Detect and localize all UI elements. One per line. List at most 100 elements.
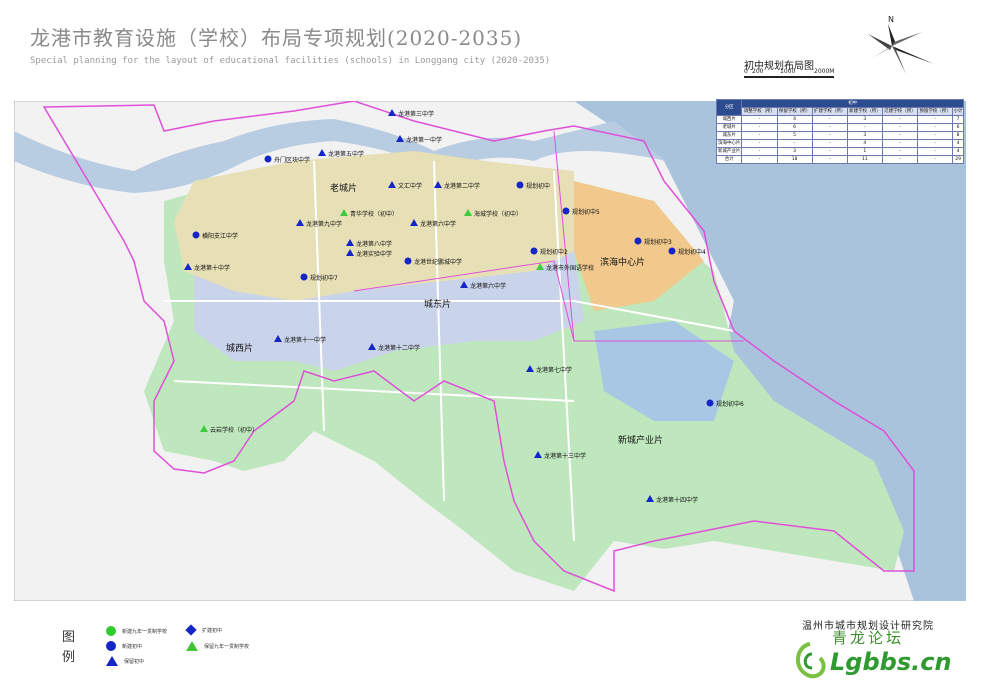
table-header-cell: 保留学校（所） <box>776 107 813 116</box>
new-school-icon[interactable] <box>706 399 714 407</box>
blue-triangle-icon <box>106 656 118 666</box>
table-cell: - <box>741 155 778 164</box>
table-cell: - <box>741 147 778 156</box>
table-cell: 4 <box>952 139 964 148</box>
table-cell: - <box>741 139 778 148</box>
legend-item: 保留初中 <box>106 656 144 666</box>
table-cell: 1 <box>846 147 883 156</box>
table-cell: 4 <box>846 139 883 148</box>
school-label: 龙港第六中学 <box>470 282 506 290</box>
legend-item: 新建九年一贯制学校 <box>106 626 167 636</box>
table-cell: - <box>881 147 919 156</box>
green-triangle-icon <box>186 641 198 651</box>
school-label: 青华学校（初中） <box>350 210 398 218</box>
table-cell: 3 <box>776 147 813 156</box>
school-label: 龙港第一中学 <box>406 136 442 144</box>
table-cell: - <box>811 123 848 132</box>
new-school-icon[interactable] <box>668 247 676 255</box>
table-cell: - <box>776 139 813 148</box>
table-cell: 6 <box>952 123 964 132</box>
school-label: 文汇中学 <box>398 182 422 190</box>
school-label: 规划初中5 <box>572 208 600 216</box>
table-cell: 8 <box>952 131 964 140</box>
school-label: 龙港第十一中学 <box>284 336 326 344</box>
district-label: 城东片 <box>424 298 451 310</box>
table-row: 滨海中心片 - - -4- -4 <box>715 139 964 148</box>
watermark-text: 青龙论坛 <box>832 629 905 647</box>
new-school-icon[interactable] <box>634 237 642 245</box>
forum-logo-icon <box>796 642 826 679</box>
legend-label: 新建九年一贯制学校 <box>122 628 168 635</box>
school-label: 龙港第六中学 <box>420 220 456 228</box>
table-cell: 滨海中心片 <box>715 139 743 148</box>
watermark-domain: Lgbbs.cn <box>830 648 952 676</box>
table-cell: 7 <box>952 115 964 124</box>
table-cell: 4 <box>776 115 813 124</box>
table-cell: - <box>917 155 954 164</box>
school-label: 龙港第三中学 <box>398 110 434 118</box>
scale-line <box>744 76 834 78</box>
table-cell: - <box>811 147 848 156</box>
school-label: 龙港第十四中学 <box>656 496 698 504</box>
legend-title: 图例 <box>62 630 76 665</box>
table-cell: 29 <box>952 155 964 164</box>
table-cell: 3 <box>846 131 883 140</box>
school-label: 龙港第十中学 <box>194 264 230 272</box>
district-label: 城西片 <box>226 342 253 354</box>
school-label: 龙港第十二中学 <box>378 344 420 352</box>
new-school-icon[interactable] <box>264 155 272 163</box>
table-cell: 6 <box>776 123 813 132</box>
school-label: 龙港市外国语学校 <box>546 264 594 272</box>
district-label: 新城产业片 <box>618 434 663 446</box>
table-header-cell: 调整学校（所） <box>741 107 778 116</box>
school-label: 规划初中 <box>526 182 550 190</box>
table-cell: - <box>917 139 954 148</box>
table-cell: - <box>917 115 954 124</box>
school-label: 规划初中6 <box>716 400 744 408</box>
scale-label: 2000M <box>814 68 835 75</box>
table-cell: - <box>811 139 848 148</box>
planning-map[interactable]: 老城片 城东片 城西片 滨海中心片 新城产业片 龙港第三中学龙港第一中学舟门区块… <box>14 101 966 601</box>
table-cell: - <box>741 115 778 124</box>
scale-bar: 0 200 1000 2000M <box>744 68 835 80</box>
new-school-icon[interactable] <box>516 181 524 189</box>
table-cell: 18 <box>776 155 813 164</box>
table-header-cell: 小计 <box>952 107 964 116</box>
table-cell: 5 <box>776 131 813 140</box>
table-cell: - <box>881 131 919 140</box>
new-school-icon[interactable] <box>404 257 412 265</box>
new-school-icon[interactable] <box>530 247 538 255</box>
legend-label: 保留初中 <box>124 658 145 665</box>
table-header-cell: 分区 <box>715 99 743 116</box>
school-label: 龙港第十三中学 <box>544 452 586 460</box>
school-label: 规划初中7 <box>310 274 338 282</box>
table-cell: 城东片 <box>715 131 743 140</box>
table-header-cell: 预留学校（所） <box>917 107 954 116</box>
new-school-icon[interactable] <box>562 207 570 215</box>
table-cell: - <box>741 123 778 132</box>
district-label: 滨海中心片 <box>600 256 645 268</box>
new-school-icon[interactable] <box>192 231 200 239</box>
blue-diamond-icon <box>185 624 197 636</box>
table-cell: 3 <box>846 115 883 124</box>
statistics-table: 分区 初中 调整学校（所） 保留学校（所） 扩建学校（所） 新建学校（所） 迁建… <box>715 99 964 164</box>
new-school-icon[interactable] <box>300 273 308 281</box>
table-cell: 老城片 <box>715 123 743 132</box>
table-cell: 4 <box>952 147 964 156</box>
table-cell: - <box>741 131 778 140</box>
table-cell: 新城产业片 <box>715 147 743 156</box>
blue-circle-icon <box>106 641 116 651</box>
table-cell: - <box>811 131 848 140</box>
school-label: 龙港世纪鹏城中学 <box>414 258 462 266</box>
school-label: 龙港第七中学 <box>536 366 572 374</box>
green-circle-icon <box>106 626 116 636</box>
district-label: 老城片 <box>330 182 357 194</box>
scale-label: 200 <box>752 68 764 75</box>
north-arrow-icon: N <box>868 15 934 74</box>
scale-label: 0 <box>744 68 748 75</box>
table-row: 合计 -18-11- -29 <box>715 155 964 164</box>
table-cell: - <box>881 139 919 148</box>
table-row: 城西片 -4-3- -7 <box>715 115 964 124</box>
table-cell: - <box>846 123 883 132</box>
table-cell: 合计 <box>715 155 743 164</box>
